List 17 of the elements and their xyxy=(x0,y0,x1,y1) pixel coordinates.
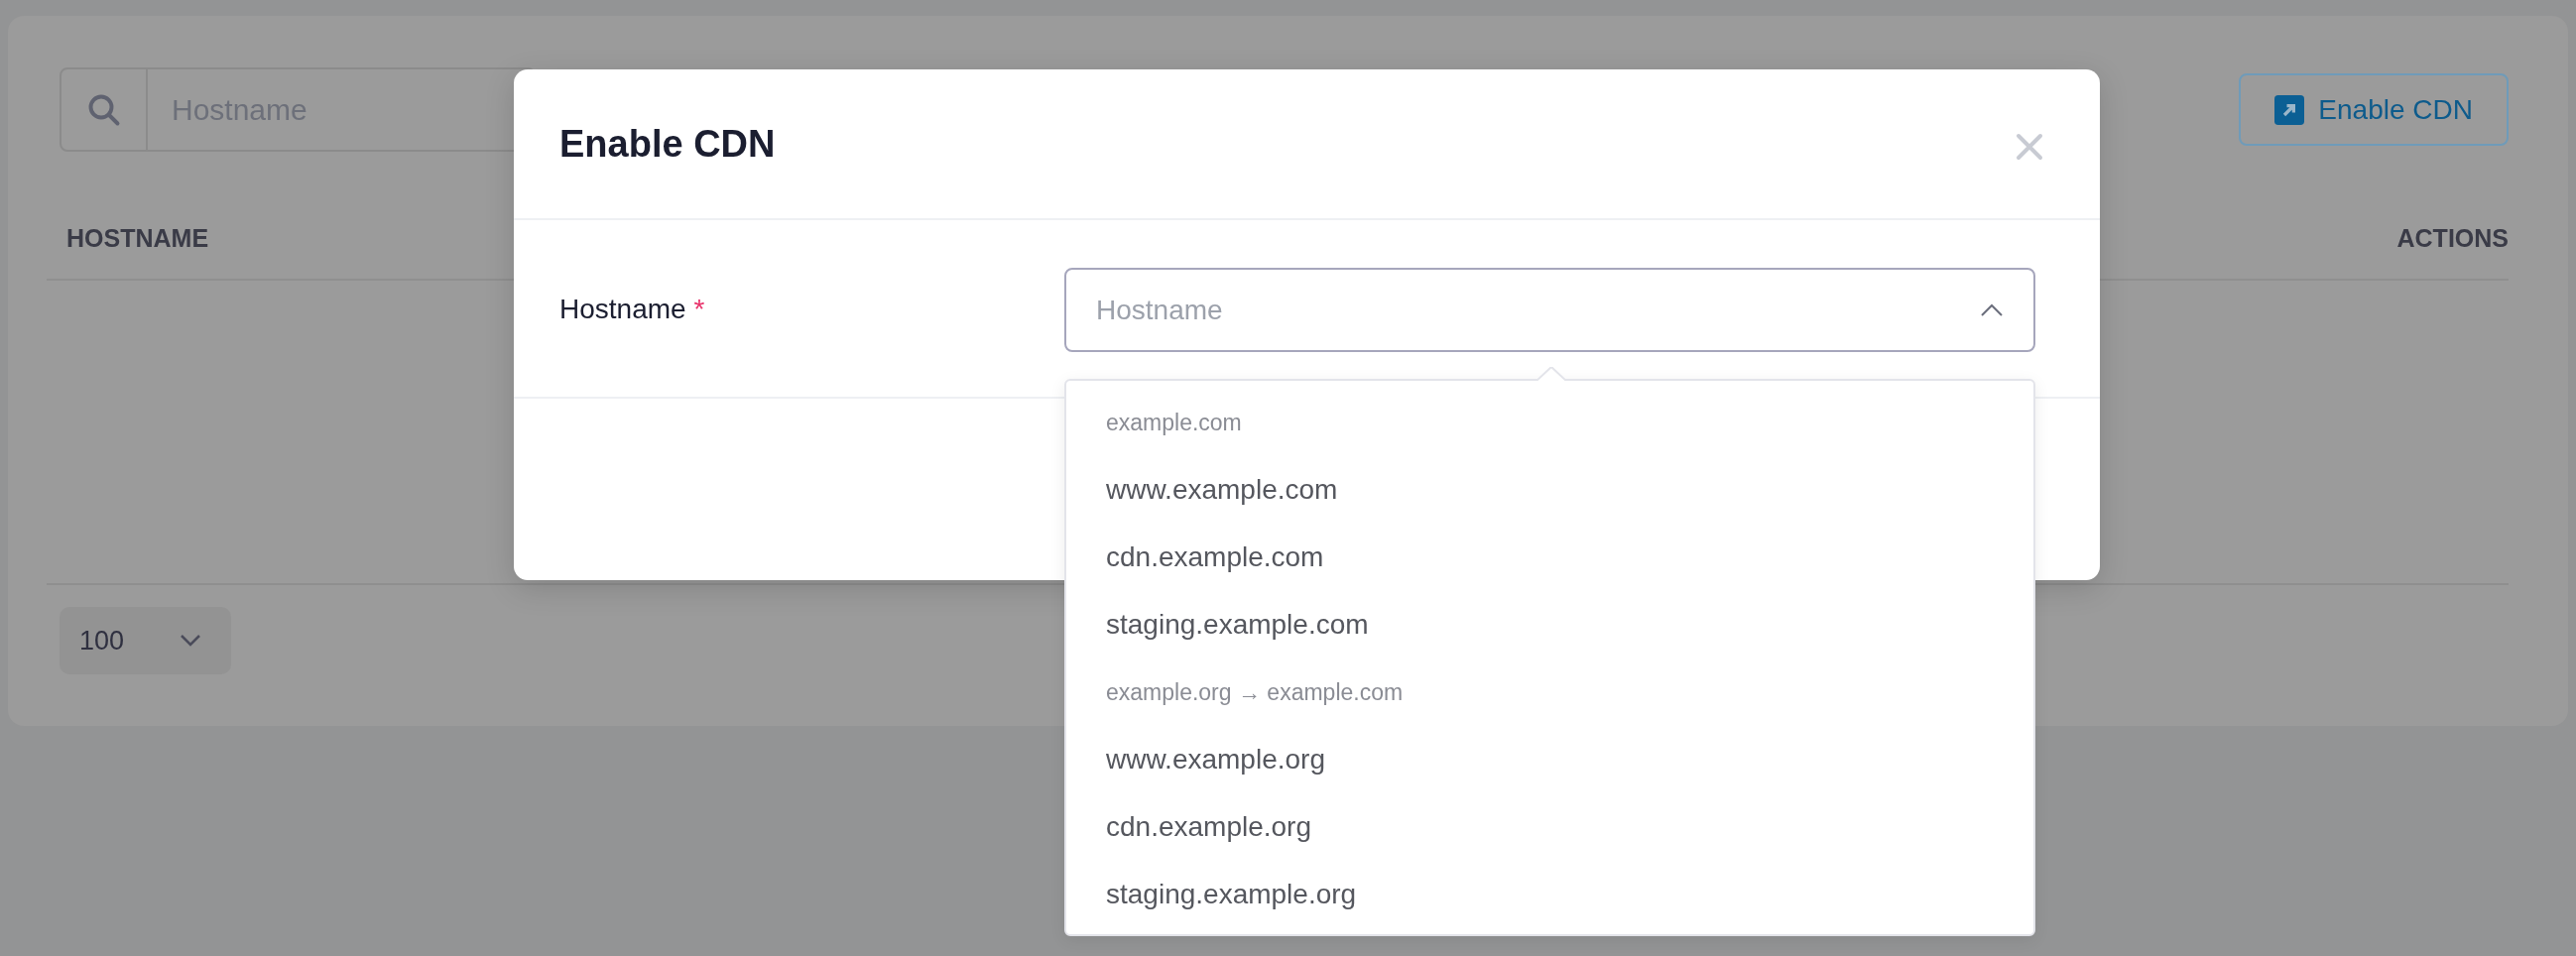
dropdown-option[interactable]: staging.example.com xyxy=(1066,591,2033,658)
dropdown-option[interactable]: staging.example.org xyxy=(1066,861,2033,928)
column-header: ACTIONS xyxy=(2396,224,2509,253)
dropdown-option[interactable]: cdn.example.com xyxy=(1066,524,2033,591)
chevron-down-icon xyxy=(180,634,202,648)
column-header: HOSTNAME xyxy=(66,224,209,253)
dialog-title: Enable CDN xyxy=(559,122,776,166)
field-label: Hostname * xyxy=(559,293,706,326)
dropdown-option[interactable]: www.example.com xyxy=(1066,456,2033,524)
dropdown-option[interactable]: cdn.example.org xyxy=(1066,793,2033,861)
dropdown-option[interactable]: www.example.org xyxy=(1066,726,2033,793)
arrow-square-icon xyxy=(2274,94,2305,125)
chevron-up-icon xyxy=(1980,302,2004,317)
group-label: example.com xyxy=(1105,408,1243,437)
group-label: example.org → example.com xyxy=(1105,677,1405,707)
page-size-select[interactable]: 100 xyxy=(60,607,232,674)
close-icon[interactable] xyxy=(2015,132,2044,162)
